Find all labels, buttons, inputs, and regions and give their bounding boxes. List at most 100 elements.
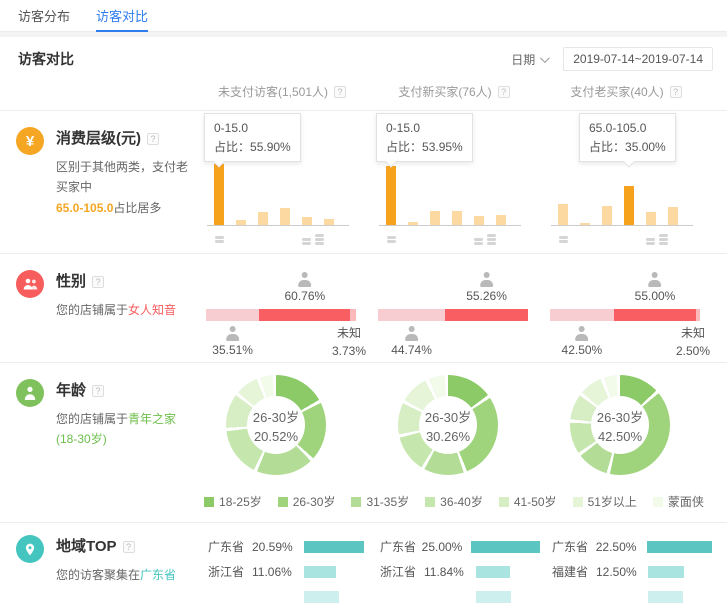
legend-label: 41-50岁 [514,493,557,510]
age-chart-returning-buyers[interactable]: 26-30岁 42.50% [540,363,712,485]
consumption-chart-returning-buyers[interactable]: 65.0-105.0 占比：35.00% [546,111,708,253]
help-icon[interactable]: ? [498,86,510,98]
bar[interactable] [258,212,268,225]
column-header-label: 支付老买家(40人) [570,85,663,99]
consumption-chart-new-buyers[interactable]: 0-15.0 占比：53.95% [374,111,536,253]
bar[interactable] [386,166,396,225]
legend-item[interactable]: 41-50岁 [499,493,557,510]
help-icon[interactable]: ? [147,133,159,145]
bar[interactable] [580,223,590,225]
consumption-chart-unpaid[interactable]: 0-15.0 占比：55.90% [202,111,364,253]
male-segment [206,309,259,321]
region-row: 浙江省11.06% [208,562,368,581]
bar[interactable] [408,222,418,225]
date-range-picker[interactable]: 2019-07-14~2019-07-14 [563,47,713,71]
axis-baseline [551,225,693,226]
region-row: 广东省22.50% [552,537,712,556]
bar[interactable] [452,211,462,225]
tab-visitor-distribution[interactable]: 访客分布 [18,0,70,31]
age-chart-new-buyers[interactable]: 26-30岁 30.26% [368,363,540,485]
bar[interactable] [668,207,678,225]
unknown-stat: 未知2.50% [676,324,710,360]
bar[interactable] [646,212,656,225]
legend-item[interactable]: 36-40岁 [425,493,483,510]
region-bar [648,591,683,603]
bar[interactable] [558,204,568,225]
legend-label: 18-25岁 [219,493,262,510]
help-icon[interactable]: ? [92,385,104,397]
low-spend-icon [387,235,396,243]
bar[interactable] [496,215,506,225]
legend-item[interactable]: 31-35岁 [351,493,409,510]
help-icon[interactable]: ? [123,541,135,553]
help-icon[interactable]: ? [334,86,346,98]
bar[interactable] [602,206,612,225]
bar[interactable] [236,220,246,225]
female-segment [445,309,528,321]
bar[interactable] [280,208,290,225]
female-stat: 55.26% [466,272,507,303]
tooltip-range: 0-15.0 [214,119,291,138]
legend-label: 51岁以上 [588,493,637,510]
bar[interactable] [302,217,312,225]
bar[interactable] [324,219,334,225]
legend-swatch [425,497,435,507]
bar[interactable] [430,211,440,225]
gender-stacked-bar[interactable] [378,309,528,321]
unknown-stat: 未知3.73% [332,324,366,360]
region-bar [647,541,712,553]
bar[interactable] [214,164,224,225]
column-header-label: 支付新买家(76人) [398,85,491,99]
gender-chart-new-buyers[interactable]: 55.26% 44.74% [368,254,540,362]
unknown-percentage: 3.73% [332,342,366,360]
gender-description: 您的店铺属于女人知音 [56,300,176,320]
desc-highlight: 广东省 [140,568,176,582]
date-mode-label: 日期 [511,51,535,68]
male-stat: 44.74% [391,326,432,357]
gender-chart-unpaid[interactable]: 60.76% 35.51% 未知3.73% [196,254,368,362]
donut-top-age-group: 26-30岁 [597,407,643,426]
female-icon [297,272,313,287]
date-mode-dropdown[interactable]: 日期 [511,51,547,68]
region-row: 广东省25.00% [380,537,540,556]
region-bar [304,566,336,578]
gender-chart-returning-buyers[interactable]: 55.00% 42.50% 未知2.50% [540,254,712,362]
bar-group [214,164,334,225]
region-percentage: 25.00% [422,540,471,554]
help-icon[interactable]: ? [92,276,104,288]
age-chart-unpaid[interactable]: 26-30岁 20.52% [196,363,368,485]
legend-item[interactable]: 26-30岁 [278,493,336,510]
bar[interactable] [474,216,484,225]
bar-group [558,186,678,225]
region-row [552,587,712,606]
legend-swatch [351,497,361,507]
region-list-new-buyers: 广东省25.00%浙江省11.84% [380,537,540,612]
tab-visitor-comparison[interactable]: 访客对比 [96,0,148,31]
location-pin-icon [16,535,44,563]
tooltip-value: 35.00% [625,140,666,154]
row-title-age: 年龄 [56,382,86,399]
legend-item[interactable]: 蒙面侠 [653,493,704,510]
legend-label: 26-30岁 [293,493,336,510]
tooltip-value: 53.95% [422,140,463,154]
legend-label: 蒙面侠 [668,493,704,510]
gender-stacked-bar[interactable] [550,309,700,321]
legend-item[interactable]: 51岁以上 [573,493,637,510]
region-row [208,587,368,606]
unknown-label: 未知 [676,324,710,342]
tooltip-label: 占比： [214,140,250,154]
help-icon[interactable]: ? [670,86,682,98]
legend-swatch [499,497,509,507]
bar[interactable] [624,186,634,225]
yen-glyph: ¥ [26,133,34,150]
desc-text: 占比居多 [113,201,161,215]
high-spend-icon [474,233,496,245]
desc-text: 您的访客聚集在 [56,568,140,582]
female-stat: 60.76% [284,272,325,303]
gender-stacked-bar[interactable] [206,309,356,321]
legend-item[interactable]: 18-25岁 [204,493,262,510]
donut-center-label: 26-30岁 30.26% [398,375,498,475]
region-bar [476,591,511,603]
age-legend: 18-25岁 26-30岁 31-35岁 36-40岁 41-50岁 51岁以上 蒙面侠 [196,485,712,522]
column-header-returning-buyers: 支付老买家(40人)? [540,83,712,100]
